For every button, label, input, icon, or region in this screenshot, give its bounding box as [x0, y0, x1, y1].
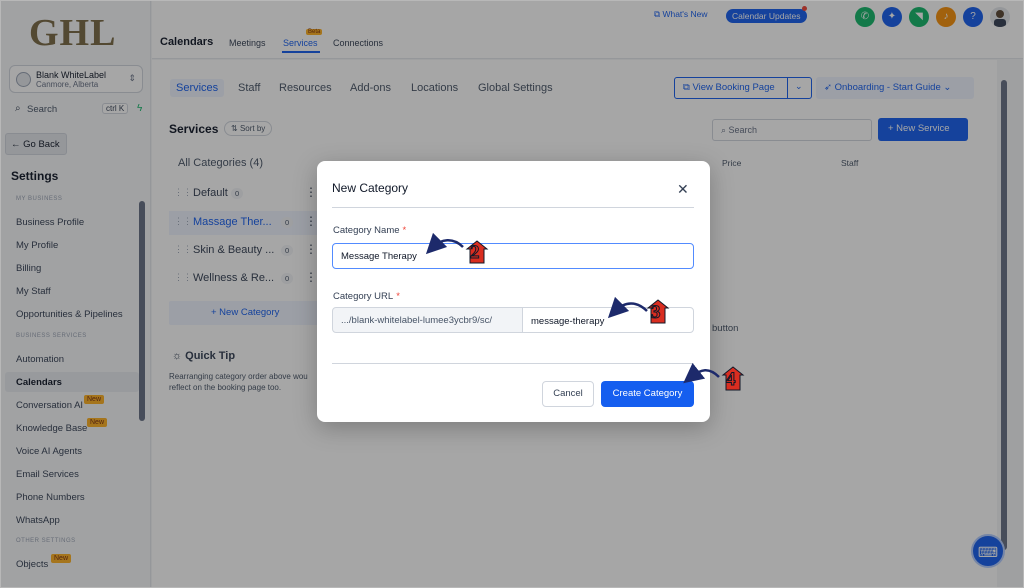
modal-divider	[332, 207, 694, 208]
close-icon[interactable]: ✕	[677, 181, 689, 198]
create-category-button[interactable]: Create Category	[601, 381, 694, 407]
app-frame: GHL Blank WhiteLabel Canmore, Alberta ⇕ …	[0, 0, 1024, 588]
new-category-modal: New Category ✕ Category Name * Message Th…	[317, 161, 710, 422]
category-url-label: Category URL *	[333, 291, 400, 302]
category-name-label: Category Name *	[333, 225, 406, 236]
annotation-number-3: 3	[651, 302, 661, 324]
cancel-button[interactable]: Cancel	[542, 381, 594, 407]
category-name-input[interactable]: Message Therapy	[332, 243, 694, 269]
category-url-slug-input[interactable]: message-therapy	[522, 307, 694, 333]
category-url-prefix: .../blank-whitelabel-lumee3ycbr9/sc/	[332, 307, 523, 333]
label-text: Category URL	[333, 291, 394, 302]
required-mark: *	[396, 291, 400, 302]
annotation-number-2: 2	[470, 242, 480, 264]
required-mark: *	[402, 225, 407, 236]
modal-footer-divider	[332, 363, 694, 364]
label-text: Category Name	[333, 225, 400, 236]
modal-title: New Category	[332, 181, 409, 195]
annotation-number-4: 4	[726, 369, 736, 391]
